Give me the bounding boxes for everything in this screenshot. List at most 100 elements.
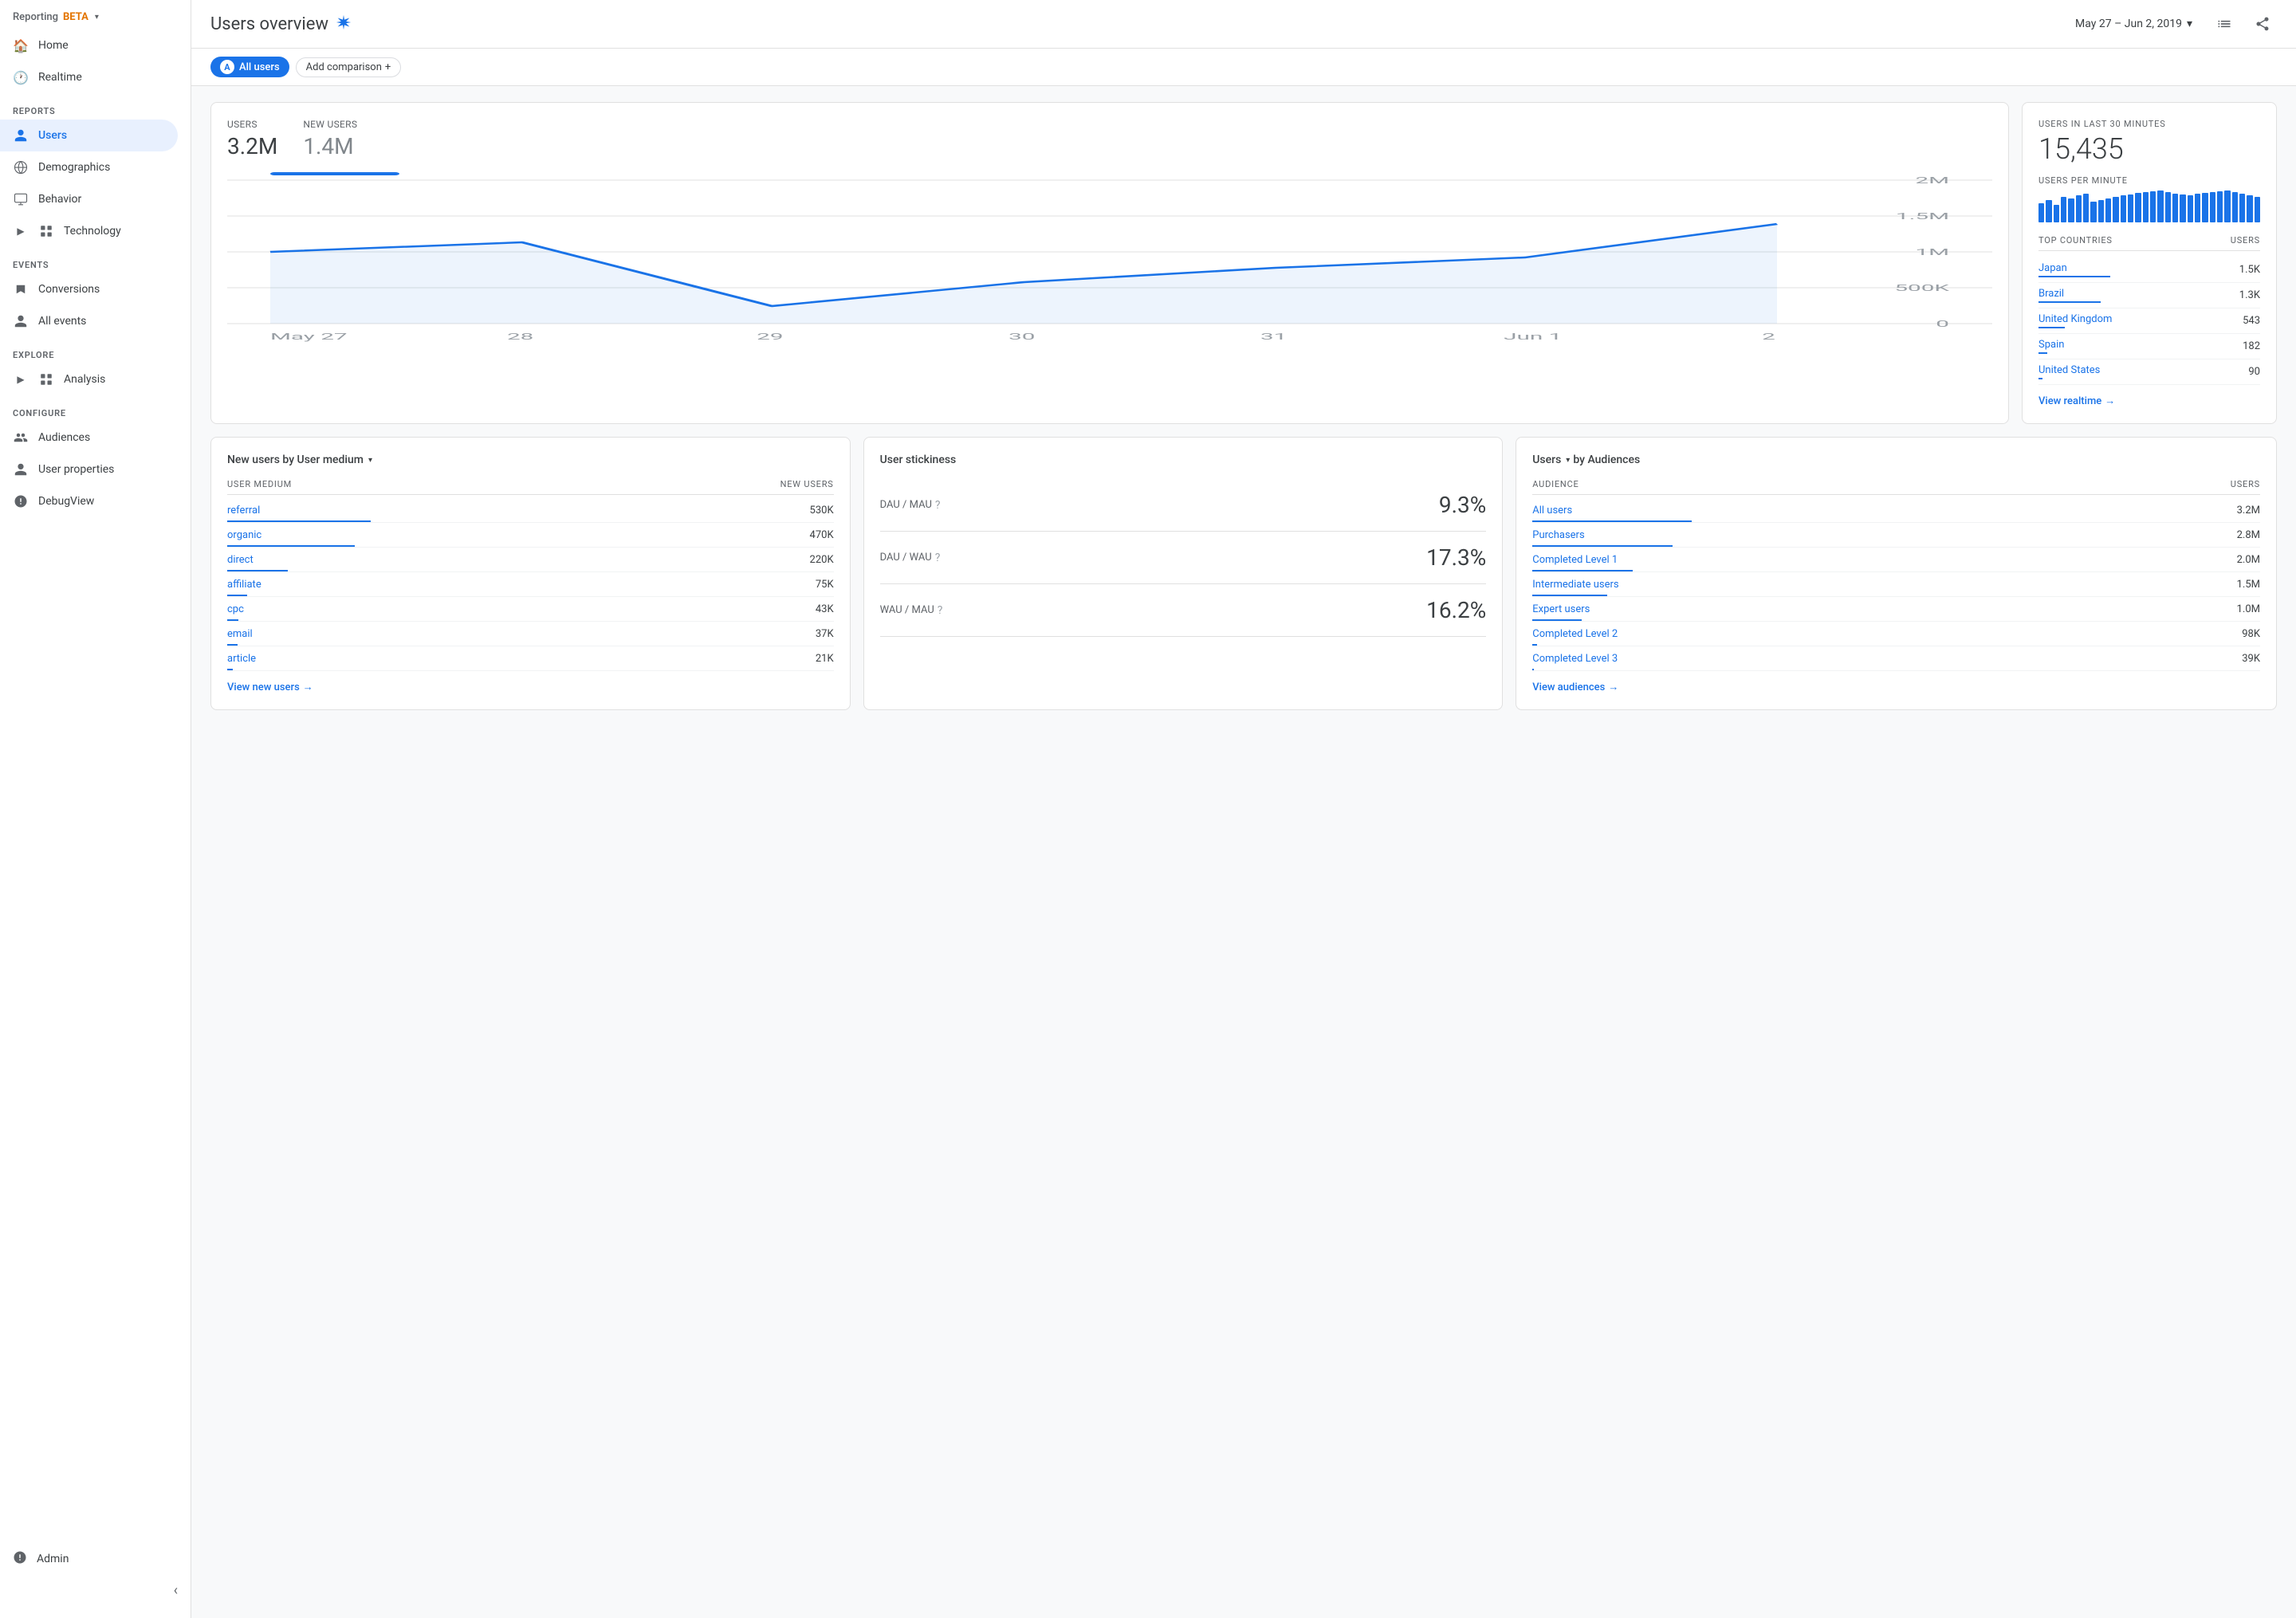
country-bar (2038, 378, 2042, 379)
sidebar-collapse-button[interactable]: ‹ (0, 1576, 191, 1605)
view-new-users-label: View new users (227, 681, 300, 693)
realtime-label: Realtime (38, 71, 82, 84)
mini-bar (2090, 202, 2096, 222)
svg-text:30: 30 (1008, 332, 1035, 342)
country-name[interactable]: United Kingdom (2038, 313, 2112, 325)
debugview-label: DebugView (38, 495, 94, 508)
country-name[interactable]: Brazil (2038, 288, 2101, 300)
audience-row-label[interactable]: All users (1532, 505, 1572, 516)
beta-badge: BETA (63, 11, 88, 23)
mini-bar (2038, 203, 2044, 222)
row-label[interactable]: article (227, 653, 256, 665)
country-users: 90 (2248, 366, 2260, 378)
question-icon[interactable]: ? (935, 499, 941, 512)
view-audiences-link[interactable]: View audiences → (1532, 681, 2260, 693)
audience-row-label[interactable]: Completed Level 2 (1532, 628, 1618, 640)
new-users-dropdown-icon[interactable]: ▾ (368, 456, 372, 465)
sidebar-item-technology[interactable]: ▶ Technology (0, 215, 178, 247)
view-new-users-link[interactable]: View new users → (227, 681, 834, 693)
row-label[interactable]: affiliate (227, 579, 261, 591)
row-label[interactable]: organic (227, 529, 261, 541)
add-comparison-button[interactable]: Add comparison + (296, 57, 402, 77)
row-bar (227, 644, 238, 646)
audiences-label: Audiences (38, 431, 90, 444)
analysis-icon (38, 371, 54, 387)
home-icon: 🏠 (13, 37, 29, 53)
audience-row-label[interactable]: Expert users (1532, 603, 1590, 615)
users-value: 3.2M (227, 133, 277, 159)
audiences-dropdown-icon[interactable]: ▾ (1566, 456, 1570, 465)
country-name[interactable]: Japan (2038, 262, 2110, 274)
mini-bar (2121, 195, 2126, 222)
sidebar-item-conversions[interactable]: Conversions (0, 273, 178, 305)
sidebar-item-users[interactable]: Users (0, 120, 178, 151)
main-content: Users overview May 27 – Jun 2, 2019 ▾ A … (191, 0, 2296, 1618)
expand-analysis-icon: ▶ (13, 371, 29, 387)
table-row: cpc 43K (227, 597, 834, 622)
audience-row-bar (1532, 570, 1633, 571)
view-audiences-label: View audiences (1532, 681, 1605, 693)
country-users: 1.5K (2239, 264, 2260, 276)
mini-bar (2180, 194, 2185, 222)
sidebar-item-realtime[interactable]: 🕐 Realtime (0, 61, 178, 93)
row-label[interactable]: email (227, 628, 253, 640)
audience-row-label[interactable]: Completed Level 3 (1532, 653, 1618, 665)
country-bar (2038, 352, 2047, 354)
reporting-dropdown-icon[interactable]: ▾ (95, 13, 99, 22)
row-value: 220K (810, 554, 834, 566)
row-label[interactable]: referral (227, 505, 260, 516)
view-realtime-link[interactable]: View realtime → (2038, 395, 2260, 407)
audience-row-label[interactable]: Completed Level 1 (1532, 554, 1618, 566)
customize-report-button[interactable] (2210, 10, 2239, 38)
stickiness-value: 9.3% (1439, 492, 1486, 518)
question-icon[interactable]: ? (935, 552, 941, 564)
row-value: 470K (810, 529, 834, 541)
new-users-card: New users by User medium ▾ USER MEDIUM N… (210, 437, 851, 710)
row-label[interactable]: direct (227, 554, 254, 566)
user-properties-icon (13, 461, 29, 477)
country-bar (2038, 276, 2110, 277)
new-users-table-body: referral 530K organic 470K direct 220K a… (227, 498, 834, 671)
sidebar-item-debugview[interactable]: DebugView (0, 485, 178, 517)
table-row: All users 3.2M (1532, 498, 2260, 523)
demographics-label: Demographics (38, 161, 110, 174)
behavior-label: Behavior (38, 193, 81, 206)
sidebar-item-user-properties[interactable]: User properties (0, 454, 178, 485)
audience-row-value: 3.2M (2237, 505, 2260, 516)
country-bar (2038, 327, 2065, 328)
country-name[interactable]: Spain (2038, 339, 2064, 351)
all-users-chip[interactable]: A All users (210, 57, 289, 77)
debugview-icon (13, 493, 29, 509)
audience-row-value: 1.5M (2237, 579, 2260, 591)
mini-bar (2247, 195, 2252, 222)
stickiness-value: 16.2% (1426, 597, 1486, 623)
sidebar-item-audiences[interactable]: Audiences (0, 422, 178, 454)
audience-row-label[interactable]: Intermediate users (1532, 579, 1618, 591)
technology-label: Technology (64, 225, 121, 238)
country-row: United Kingdom 543 (2038, 308, 2260, 334)
view-new-users-arrow: → (303, 681, 313, 693)
mini-bar (2046, 200, 2051, 222)
table-row: Completed Level 3 39K (1532, 646, 2260, 671)
svg-text:2: 2 (1762, 332, 1775, 342)
mini-bar (2188, 195, 2193, 222)
audience-row-label[interactable]: Purchasers (1532, 529, 1584, 541)
sidebar-item-admin[interactable]: Admin (0, 1542, 191, 1576)
svg-text:29: 29 (757, 332, 783, 342)
content-area: Users 3.2M New users 1.4M (191, 86, 2296, 726)
sidebar-item-demographics[interactable]: Demographics (0, 151, 178, 183)
row-label[interactable]: cpc (227, 603, 244, 615)
table-row: Expert users 1.0M (1532, 597, 2260, 622)
svg-text:0: 0 (1936, 319, 1949, 329)
conversions-icon (13, 281, 29, 297)
all-users-label: All users (239, 61, 280, 73)
sidebar-item-all-events[interactable]: All events (0, 305, 178, 337)
share-button[interactable] (2248, 10, 2277, 38)
svg-text:500K: 500K (1894, 283, 1950, 293)
country-name[interactable]: United States (2038, 364, 2100, 376)
date-range-picker[interactable]: May 27 – Jun 2, 2019 ▾ (2067, 13, 2200, 35)
question-icon[interactable]: ? (938, 604, 943, 617)
sidebar-item-home[interactable]: 🏠 Home (0, 29, 178, 61)
sidebar-item-analysis[interactable]: ▶ Analysis (0, 363, 178, 395)
sidebar-item-behavior[interactable]: Behavior (0, 183, 178, 215)
